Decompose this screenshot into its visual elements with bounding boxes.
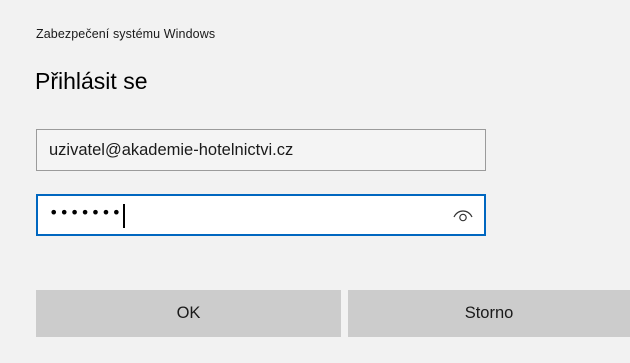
eye-icon[interactable] bbox=[452, 205, 474, 225]
cancel-button[interactable]: Storno bbox=[348, 290, 630, 337]
ok-button[interactable]: OK bbox=[36, 290, 341, 337]
dialog-title: Přihlásit se bbox=[35, 68, 148, 94]
credential-dialog: Zabezpečení systému Windows Přihlásit se… bbox=[0, 0, 630, 363]
password-masked-value: ••••••• bbox=[49, 203, 123, 222]
password-field[interactable]: ••••••• bbox=[36, 194, 486, 236]
dialog-footer: OK Storno bbox=[0, 267, 630, 363]
username-field[interactable]: uzivatel@akademie-hotelnictvi.cz bbox=[36, 129, 486, 171]
text-caret bbox=[123, 204, 125, 228]
app-label: Zabezpečení systému Windows bbox=[36, 27, 216, 41]
eye-icon-svg bbox=[453, 210, 473, 222]
username-value: uzivatel@akademie-hotelnictvi.cz bbox=[49, 141, 294, 159]
